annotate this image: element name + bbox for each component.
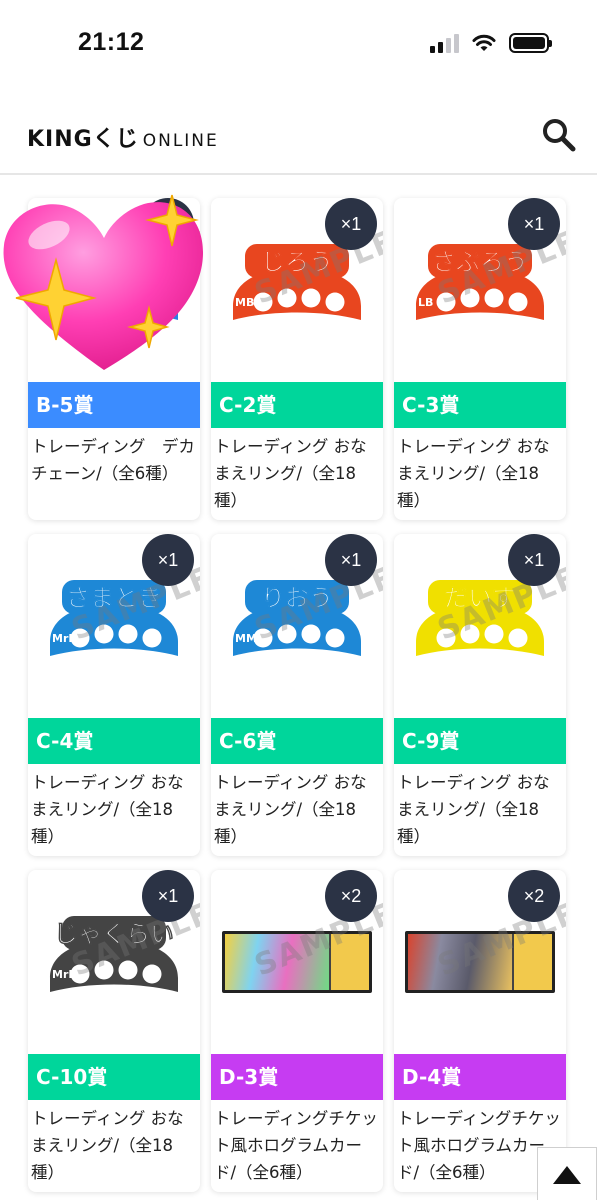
prize-label: C-9賞: [394, 718, 566, 764]
prize-image: SAMPLE ×2: [394, 870, 566, 1054]
quantity-badge: ×1: [508, 534, 560, 586]
prize-image: じゃくらい MrDc SAMPLE ×1: [28, 870, 200, 1054]
prize-card[interactable]: だいす SAMPLE ×1 C-9賞トレーディング おなまえリング/（全18種）: [394, 534, 566, 856]
logo-sub-text: ONLINE: [142, 131, 219, 151]
prize-label: D-3賞: [211, 1054, 383, 1100]
prize-card[interactable]: さまとき MrHc SAMPLE ×1 C-4賞トレーディング おなまえリング/（全18…: [28, 534, 200, 856]
prize-description: トレーディング デカチェーン/（全6種）: [31, 437, 195, 483]
prize-description: トレーディングチケット風ホログラムカード/（全6種）: [214, 1109, 378, 1182]
signal-icon: [430, 33, 459, 53]
prize-image: SAMPLE ×2: [211, 870, 383, 1054]
prize-description: トレーディング おなまえリング/（全18種）: [397, 437, 550, 510]
prize-description: トレーディング おなまえリング/（全18種）: [31, 1109, 184, 1182]
arrow-up-icon: [553, 1165, 581, 1184]
prize-image: だいす SAMPLE ×1: [394, 534, 566, 718]
prize-description: トレーディング おなまえリング/（全18種）: [214, 773, 367, 846]
prize-card[interactable]: じゃくらい MrDc SAMPLE ×1 C-10賞トレーディング おなまえリング/（全…: [28, 870, 200, 1192]
prize-label: C-3賞: [394, 382, 566, 428]
logo-main-text: KINGくじ: [27, 127, 139, 152]
prize-card[interactable]: SAMPLE ×2 D-3賞トレーディングチケット風ホログラムカード/（全6種）: [211, 870, 383, 1192]
quantity-badge: ×2: [508, 870, 560, 922]
prize-card[interactable]: じろう MB SAMPLE ×1 C-2賞トレーディング おなまえリング/（全18種）: [211, 198, 383, 520]
wifi-icon: [472, 34, 496, 51]
prize-label: C-4賞: [28, 718, 200, 764]
site-logo[interactable]: KINGくじ ONLINE: [27, 121, 219, 153]
prize-description: トレーディング おなまえリング/（全18種）: [397, 773, 550, 846]
quantity-badge: ×1: [142, 534, 194, 586]
prize-description: トレーディング おなまえリング/（全18種）: [214, 437, 367, 510]
prize-grid: SAMPLE ×1 B-5賞 トレーディング デカチェーン/（全6種） じろう MB SAM…: [28, 198, 573, 1192]
prize-card[interactable]: さぶろう LB SAMPLE ×1 C-3賞トレーディング おなまえリング/（全18種）: [394, 198, 566, 520]
ring-tag-text: LB: [418, 296, 433, 309]
search-icon: [543, 119, 576, 152]
quantity-badge: ×1: [325, 534, 377, 586]
quantity-badge: ×1: [325, 198, 377, 250]
prize-card[interactable]: りおう MM SAMPLE ×1 C-6賞トレーディング おなまえリング/（全18種）: [211, 534, 383, 856]
prize-label: C-6賞: [211, 718, 383, 764]
prize-card[interactable]: SAMPLE ×2 D-4賞 トレーディングチケット風ホログラムカード/（全6種）: [394, 870, 566, 1192]
status-time: 21:12: [78, 28, 145, 56]
scroll-to-top-button[interactable]: [537, 1147, 597, 1200]
prize-image: さぶろう LB SAMPLE ×1: [394, 198, 566, 382]
prize-label: B-5賞: [28, 382, 200, 428]
quantity-badge: ×1: [508, 198, 560, 250]
prize-description: トレーディング おなまえリング/（全18種）: [31, 773, 184, 846]
prize-image: さまとき MrHc SAMPLE ×1: [28, 534, 200, 718]
prize-image: じろう MB SAMPLE ×1: [211, 198, 383, 382]
prize-label: C-10賞: [28, 1054, 200, 1100]
status-icons: [430, 33, 552, 53]
prize-label: C-2賞: [211, 382, 383, 428]
quantity-badge: ×1: [142, 870, 194, 922]
search-button[interactable]: [541, 117, 577, 153]
site-header: KINGくじ ONLINE: [0, 95, 597, 175]
ring-tag-text: MB: [235, 296, 254, 309]
prize-card[interactable]: SAMPLE ×1 B-5賞トレーディング デカチェーン/（全6種）: [28, 198, 200, 520]
battery-icon: [509, 33, 552, 53]
ring-tag-text: MM: [235, 632, 257, 645]
prize-image: SAMPLE ×1: [28, 198, 200, 382]
quantity-badge: ×1: [142, 198, 194, 250]
prize-label: D-4賞: [394, 1054, 566, 1100]
quantity-badge: ×2: [325, 870, 377, 922]
prize-image: りおう MM SAMPLE ×1: [211, 534, 383, 718]
status-bar: 21:12: [0, 0, 597, 90]
